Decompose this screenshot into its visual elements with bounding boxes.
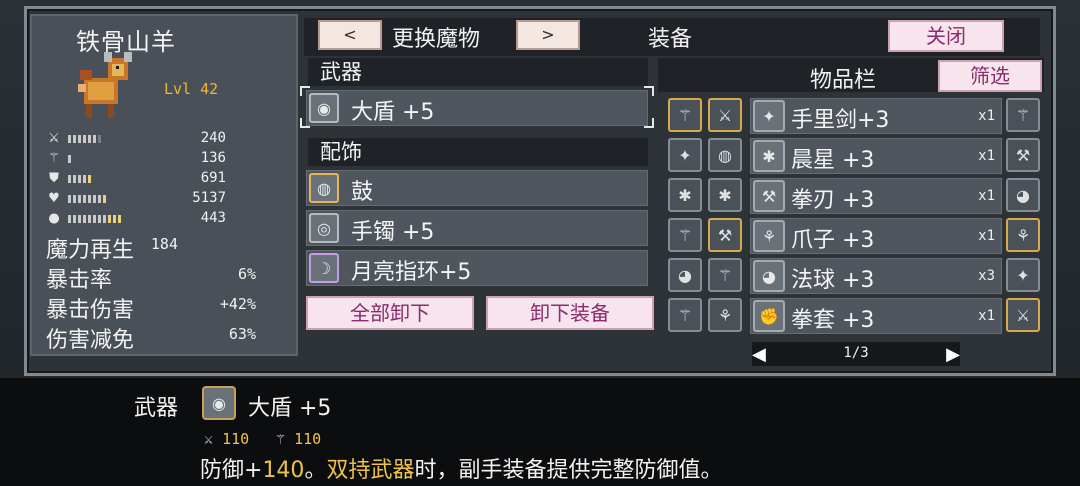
inventory-item[interactable]: ◕ 法球 +3 x3 [750, 258, 1002, 294]
wand-icon: ⚚ [276, 430, 286, 448]
stat-value: 691 [200, 170, 226, 186]
inventory-slot[interactable]: ⚚ [1006, 98, 1040, 132]
accessory-section-header: 配饰 [308, 138, 648, 166]
inventory-slot[interactable]: ⚚ [668, 98, 702, 132]
accessory-slot-2[interactable]: ◎ 手镯 +5 [306, 210, 648, 246]
stat-bar [68, 195, 106, 203]
inventory-slot[interactable]: ⚘ [1006, 218, 1040, 252]
inventory-item[interactable]: ⚘ 爪子 +3 x1 [750, 218, 1002, 254]
weapon-section-header: 武器 [308, 58, 648, 86]
weapon-name: 大盾 +5 [351, 100, 435, 125]
stat-bar [68, 215, 121, 223]
shield-icon: ◉ [309, 93, 339, 123]
stat-crit-rate: 暴击率 6% [46, 265, 256, 293]
character-stats-panel: 铁骨山羊 Lvl 42 ⚔ 240 ⚚ 136 ⛊ 691 ♥ 5137 ● 4… [30, 14, 298, 356]
selection-corner [300, 86, 310, 96]
inventory-slot[interactable]: ⚒ [708, 218, 742, 252]
fist-blade-icon: ⚒ [753, 180, 785, 212]
tooltip-magic-stat: ⚚ 110 [276, 430, 322, 448]
shuriken-icon: ✦ [753, 100, 785, 132]
inventory-item[interactable]: ⚒ 拳刃 +3 x1 [750, 178, 1002, 214]
accessory-slot-3[interactable]: ☽ 月亮指环+5 [306, 250, 648, 286]
inventory-slot[interactable]: ⚚ [668, 218, 702, 252]
stat-bar [68, 175, 91, 183]
morning-star-icon: ✱ [753, 140, 785, 172]
page-next-arrow-icon[interactable]: ▶ [946, 344, 960, 365]
tooltip-item-name: 大盾 +5 [248, 396, 332, 421]
next-monster-button[interactable]: > [516, 20, 580, 50]
inventory-slot[interactable]: ◕ [1006, 178, 1040, 212]
inventory-item[interactable]: ✊ 拳套 +3 x1 [750, 298, 1002, 334]
shield-icon: ◉ [202, 386, 236, 420]
change-monster-label: 更换魔物 [392, 27, 481, 52]
stat-magic: ⚚ 136 [46, 150, 226, 168]
inventory-slot[interactable]: ✱ [708, 178, 742, 212]
inventory-slot[interactable]: ⚘ [708, 298, 742, 332]
claw-icon: ⚘ [753, 220, 785, 252]
mana-icon: ● [48, 211, 60, 226]
stat-bar [68, 155, 71, 163]
sword-icon: ⚔ [204, 430, 214, 448]
sword-icon: ⚔ [48, 131, 60, 146]
gauntlet-icon: ✊ [753, 300, 785, 332]
inventory-slot[interactable]: ◕ [668, 258, 702, 292]
bracelet-icon: ◎ [309, 213, 339, 243]
tooltip-attack-stat: ⚔ 110 [204, 430, 250, 448]
item-tooltip: 武器 ◉ 大盾 +5 ⚔ 110 ⚚ 110 防御+140。双持武器时，副手装备… [0, 378, 1080, 486]
selection-corner [644, 118, 654, 128]
stat-value: 5137 [192, 190, 226, 206]
stat-value: 443 [200, 210, 226, 226]
stat-mana-regen: 魔力再生 184 [46, 235, 178, 263]
inventory-slot[interactable]: ⚒ [1006, 138, 1040, 172]
inventory-slot[interactable]: ✦ [668, 138, 702, 172]
inventory-slot[interactable]: ◍ [708, 138, 742, 172]
filter-button[interactable]: 筛选 [938, 60, 1042, 92]
tooltip-category: 武器 [134, 396, 179, 421]
equipment-title: 装备 [648, 27, 693, 52]
unequip-button[interactable]: 卸下装备 [486, 296, 654, 330]
goat-monster-avatar [78, 52, 132, 118]
inventory-slot[interactable]: ✱ [668, 178, 702, 212]
stat-health: ♥ 5137 [46, 190, 226, 208]
selection-corner [300, 118, 310, 128]
selection-corner [644, 86, 654, 96]
accessory-slot-1[interactable]: ◍ 鼓 [306, 170, 648, 206]
moon-ring-icon: ☽ [309, 253, 339, 283]
stat-value: 240 [200, 130, 226, 146]
inventory-item[interactable]: ✱ 晨星 +3 x1 [750, 138, 1002, 174]
stat-mana: ● 443 [46, 210, 226, 228]
stat-bar [68, 135, 101, 143]
close-button[interactable]: 关闭 [888, 20, 1004, 52]
weapon-slot[interactable]: ◉ 大盾 +5 [306, 90, 648, 126]
inventory-slot[interactable]: ⚚ [668, 298, 702, 332]
inventory-slot[interactable]: ⚚ [708, 258, 742, 292]
page-indicator: 1/3 [843, 345, 869, 361]
heart-icon: ♥ [48, 191, 60, 206]
inventory-item[interactable]: ✦ 手里剑+3 x1 [750, 98, 1002, 134]
drum-icon: ◍ [309, 173, 339, 203]
inventory-pager: ◀ 1/3 ▶ [752, 342, 960, 366]
inventory-slot[interactable]: ✦ [1006, 258, 1040, 292]
prev-monster-button[interactable]: < [318, 20, 382, 50]
inventory-slot[interactable]: ⚔ [1006, 298, 1040, 332]
tooltip-description: 防御+140。双持武器时，副手装备提供完整防御值。 [200, 458, 723, 483]
stat-value: 136 [200, 150, 226, 166]
wand-icon: ⚚ [48, 151, 60, 166]
stat-crit-damage: 暴击伤害 +42% [46, 295, 256, 323]
stat-damage-reduction: 伤害减免 63% [46, 325, 256, 353]
inventory-title: 物品栏 [810, 68, 877, 93]
character-level: Lvl 42 [164, 80, 219, 98]
stat-attack: ⚔ 240 [46, 130, 226, 148]
orb-icon: ◕ [753, 260, 785, 292]
shield-icon: ⛊ [49, 171, 59, 186]
unequip-all-button[interactable]: 全部卸下 [306, 296, 474, 330]
stat-defense: ⛊ 691 [46, 170, 226, 188]
inventory-slot[interactable]: ⚔ [708, 98, 742, 132]
